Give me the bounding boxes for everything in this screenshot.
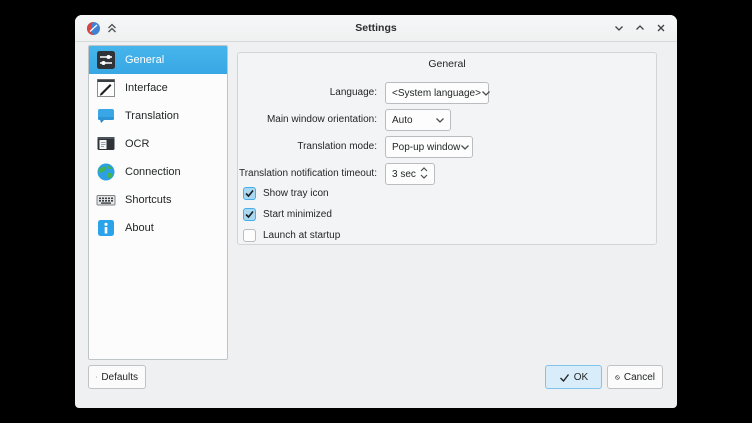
notification-timeout-label: Translation notification timeout: [239,163,377,185]
shortcuts-icon [95,189,117,211]
check-icon [244,188,255,199]
sidebar-item-label: About [125,222,154,234]
launch-at-startup-checkbox[interactable]: Launch at startup [243,228,340,242]
translation-mode-label: Translation mode: [297,136,377,158]
language-label: Language: [330,82,377,104]
show-tray-icon-checkbox[interactable]: Show tray icon [243,186,329,200]
spinner-arrows [420,167,428,179]
checkbox-label: Show tray icon [263,188,329,199]
orientation-combobox[interactable]: Auto [385,109,451,131]
sidebar-item-label: Shortcuts [125,194,171,206]
orientation-row: Main window orientation: Auto [238,109,656,131]
check-icon [244,209,255,220]
sidebar-item-label: Connection [125,166,181,178]
settings-category-list: General Interface [88,45,228,360]
check-icon [559,372,570,383]
combobox-value: <System language> [386,88,481,99]
start-minimized-checkbox[interactable]: Start minimized [243,207,332,221]
cancel-button-label: Cancel [624,372,655,383]
combobox-value: Pop-up window [386,142,460,153]
sidebar-item-translation[interactable]: Translation [89,102,227,130]
chevron-down-icon [435,117,445,124]
language-row: Language: <System language> [238,82,656,104]
restore-defaults-icon [96,371,97,383]
combobox-value: Auto [386,115,435,126]
chevron-up-icon [420,167,428,172]
general-groupbox: General Language: <System language> Main… [237,52,657,245]
checkbox-box [243,208,256,221]
sidebar-item-about[interactable]: About [89,214,227,242]
connection-icon [95,161,117,183]
settings-window: Settings [75,15,677,408]
window-controls [612,21,668,35]
ocr-icon [95,133,117,155]
chevron-down-icon [420,174,428,179]
sidebar-item-interface[interactable]: Interface [89,74,227,102]
cancel-icon [615,372,620,383]
translation-icon [95,105,117,127]
defaults-button-label: Defaults [101,372,138,383]
titlebar[interactable]: Settings [75,15,677,42]
notification-timeout-row: Translation notification timeout: 3 sec [238,163,656,185]
sidebar-item-label: Interface [125,82,168,94]
translation-mode-row: Translation mode: Pop-up window [238,136,656,158]
sidebar-item-label: General [125,54,164,66]
configure-icon [95,49,117,71]
sidebar-item-shortcuts[interactable]: Shortcuts [89,186,227,214]
notification-timeout-spinbox[interactable]: 3 sec [385,163,435,185]
about-info-icon [95,217,117,239]
close-icon[interactable] [654,21,668,35]
desktop-background: Settings [0,0,752,423]
sidebar-item-label: Translation [125,110,179,122]
defaults-button[interactable]: Defaults [88,365,146,389]
sidebar-item-connection[interactable]: Connection [89,158,227,186]
checkbox-label: Start minimized [263,209,332,220]
checkbox-box [243,187,256,200]
sidebar-item-label: OCR [125,138,149,150]
translation-mode-combobox[interactable]: Pop-up window [385,136,473,158]
sidebar-item-ocr[interactable]: OCR [89,130,227,158]
groupbox-title: General [238,58,656,70]
orientation-label: Main window orientation: [267,109,377,131]
checkbox-box [243,229,256,242]
maximize-button[interactable] [633,21,647,35]
cancel-button[interactable]: Cancel [607,365,663,389]
ok-button-label: OK [574,372,588,383]
chevron-down-icon [460,144,470,151]
chevron-down-icon [481,90,491,97]
interface-icon [95,77,117,99]
checkbox-label: Launch at startup [263,230,340,241]
minimize-button[interactable] [612,21,626,35]
language-combobox[interactable]: <System language> [385,82,489,104]
ok-button[interactable]: OK [545,365,602,389]
window-title: Settings [75,15,677,42]
sidebar-item-general[interactable]: General [89,46,227,74]
